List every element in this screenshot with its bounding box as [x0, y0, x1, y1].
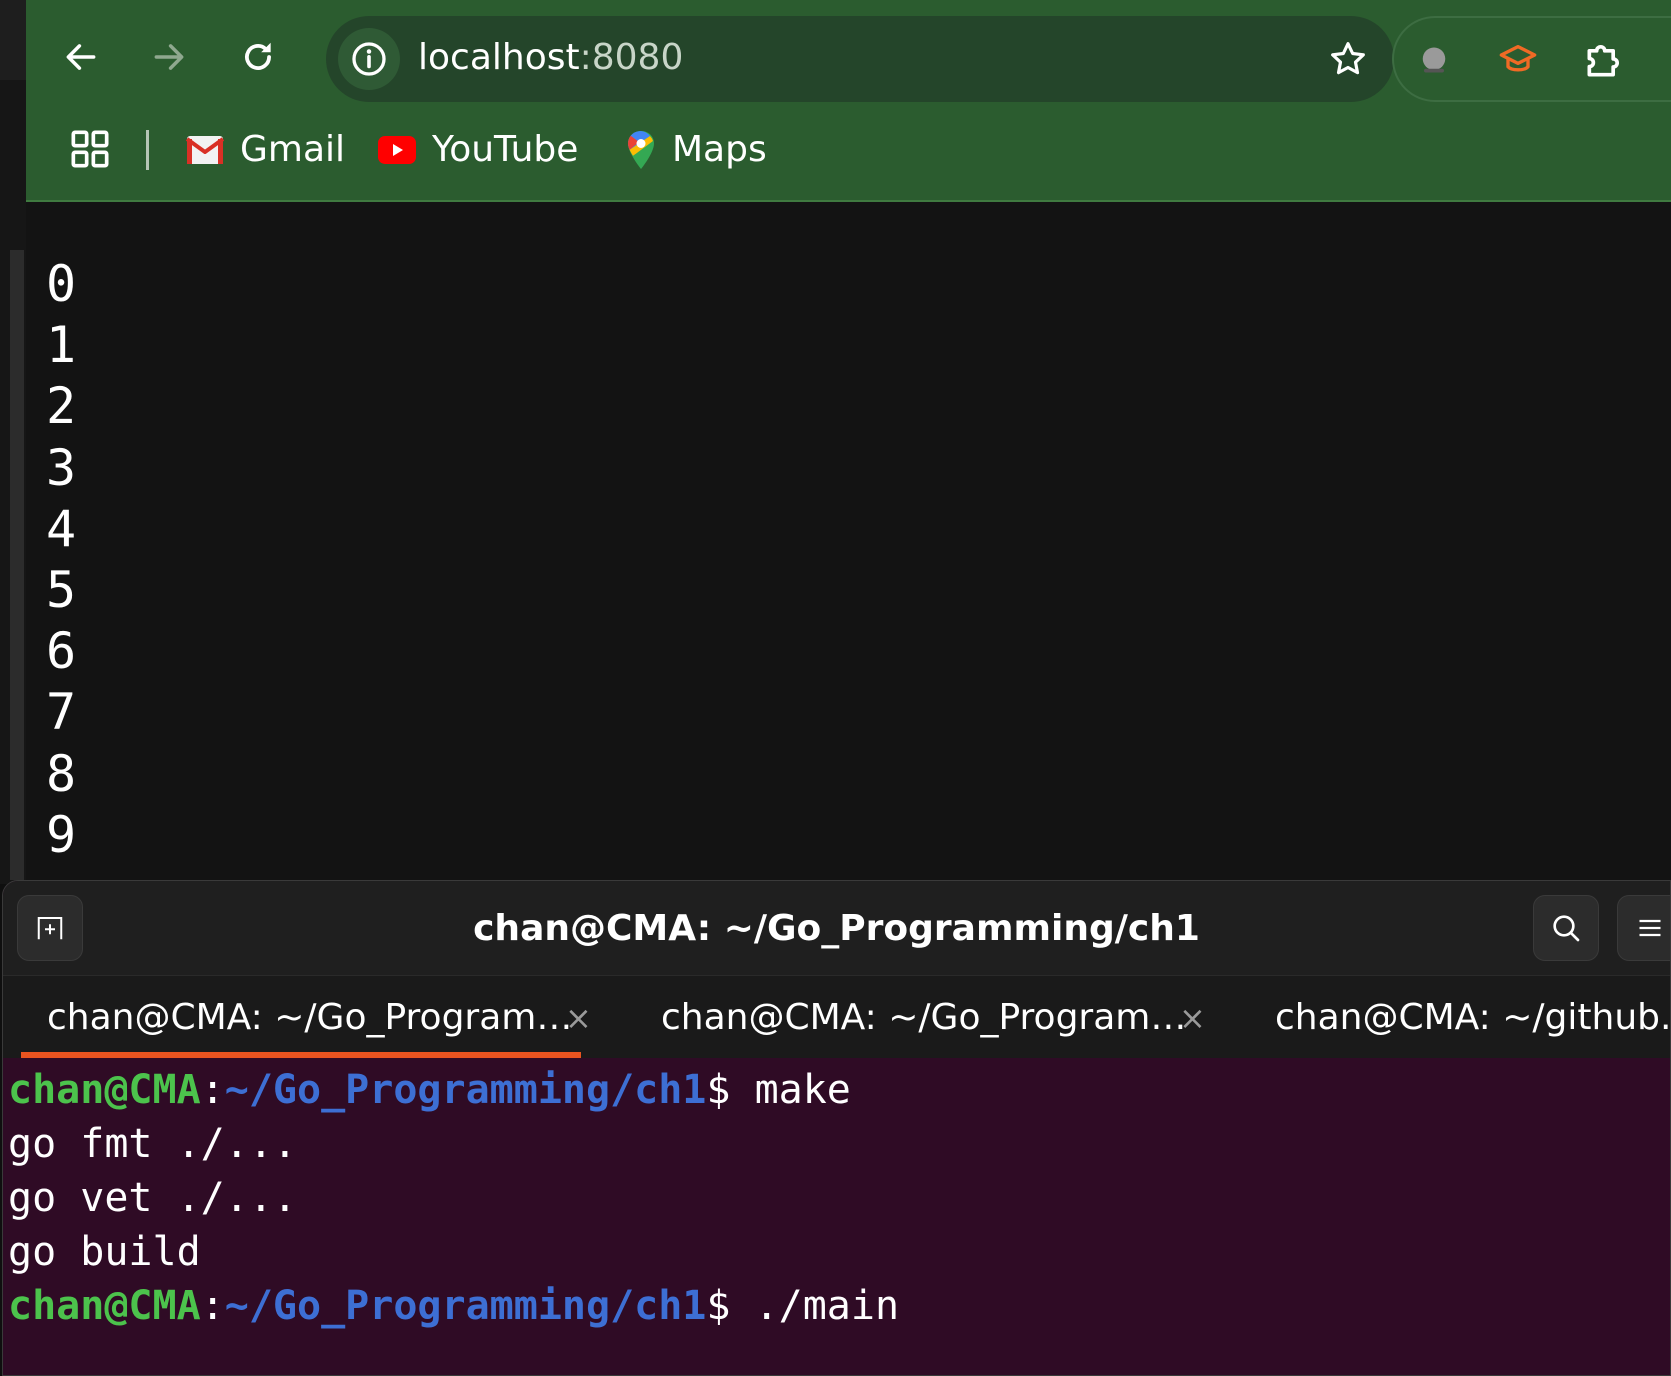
terminal-tab-1[interactable]: chan@CMA: ~/Go_Program… × [23, 976, 613, 1058]
prompt-line: chan@CMA:~/Go_Programming/ch1$ ./main [8, 1279, 899, 1333]
forward-arrow-icon [154, 44, 184, 70]
tab-close-icon[interactable]: × [1179, 996, 1206, 1040]
number-line: 6 [46, 622, 77, 681]
url-port: :8080 [579, 37, 684, 78]
tab-label: chan@CMA: ~/Go_Program… [661, 997, 1187, 1038]
address-bar[interactable]: localhost:8080 [326, 16, 1394, 102]
gmail-icon [186, 136, 224, 164]
extensions-menu-button[interactable] [1576, 32, 1632, 88]
bookmark-maps[interactable]: Maps [626, 124, 767, 176]
extension-dot-icon [1422, 47, 1446, 73]
number-line: 8 [46, 744, 77, 803]
back-arrow-icon [66, 44, 96, 70]
number-line: 1 [46, 316, 77, 375]
extension-button-2[interactable] [1490, 32, 1546, 88]
prompt-path: ~/Go_Programming/ch1 [224, 1283, 707, 1329]
search-icon [1553, 915, 1580, 942]
output-line: go build [8, 1229, 201, 1275]
browser-toolbar: localhost:8080 Gmail YouTube Maps [26, 0, 1671, 202]
prompt-colon: : [200, 1283, 225, 1329]
tab-close-icon[interactable]: × [565, 996, 592, 1040]
graduation-cap-icon [1499, 45, 1537, 72]
page-content: 0 1 2 3 4 5 6 7 8 9 [26, 202, 1671, 884]
reload-button[interactable] [229, 28, 287, 86]
number-line: 5 [46, 561, 77, 620]
puzzle-piece-icon [1587, 45, 1619, 77]
reload-icon [245, 42, 271, 70]
youtube-icon [378, 136, 416, 164]
number-line: 4 [46, 499, 77, 558]
bookmarks-separator [146, 130, 149, 170]
prompt-path: ~/Go_Programming/ch1 [224, 1067, 707, 1113]
terminal-output[interactable]: chan@CMA:~/Go_Programming/ch1$ make go f… [8, 1063, 899, 1333]
bookmark-label: Maps [672, 129, 767, 170]
url-host: localhost [418, 37, 580, 78]
site-info-button[interactable] [338, 28, 400, 90]
terminal-menu-button[interactable] [1617, 895, 1670, 961]
window-edge-scrollbar [10, 250, 24, 880]
info-icon [352, 42, 386, 76]
prompt-colon: : [200, 1067, 225, 1113]
prompt-user: chan@CMA [8, 1283, 201, 1329]
extension-button-1[interactable] [1406, 32, 1462, 88]
terminal-tab-bar: chan@CMA: ~/Go_Program… × chan@CMA: ~/Go… [3, 975, 1670, 1058]
extensions-group [1392, 16, 1671, 102]
forward-button[interactable] [140, 28, 198, 86]
terminal-search-button[interactable] [1533, 895, 1599, 961]
bookmarks-bar: Gmail YouTube Maps [26, 118, 1671, 182]
prompt-dollar: $ [706, 1067, 755, 1113]
maps-icon [628, 131, 654, 169]
output-line: go fmt ./... [8, 1121, 297, 1167]
hamburger-menu-icon [1639, 919, 1661, 937]
tab-label: chan@CMA: ~/Go_Program… [47, 997, 573, 1038]
bookmark-star-button[interactable] [1324, 35, 1372, 83]
back-button[interactable] [52, 28, 110, 86]
terminal-title: chan@CMA: ~/Go_Programming/ch1 [473, 908, 1200, 949]
number-line: 2 [46, 377, 77, 436]
bookmark-youtube[interactable]: YouTube [378, 124, 578, 176]
command-text: ./main [754, 1283, 900, 1329]
browser-window: localhost:8080 Gmail YouTube Maps 0 1 2 … [26, 0, 1671, 884]
bookmark-label: Gmail [240, 129, 346, 170]
prompt-user: chan@CMA [8, 1067, 201, 1113]
number-line: 9 [46, 805, 77, 864]
number-output-list: 0 1 2 3 4 5 6 7 8 9 [46, 254, 76, 866]
star-icon [1331, 42, 1365, 75]
number-line: 7 [46, 683, 77, 742]
number-line: 3 [46, 438, 77, 497]
window-edge-top [0, 0, 26, 80]
output-line: go vet ./... [8, 1175, 297, 1221]
url-text[interactable]: localhost:8080 [418, 38, 683, 78]
apps-grid-icon[interactable] [70, 129, 110, 169]
terminal-tab-3[interactable]: chan@CMA: ~/github.com [1251, 976, 1671, 1058]
window-edge [0, 0, 26, 884]
terminal-tab-2[interactable]: chan@CMA: ~/Go_Program… × [637, 976, 1227, 1058]
bookmark-gmail[interactable]: Gmail [186, 124, 345, 176]
active-tab-indicator [21, 1052, 581, 1058]
prompt-dollar: $ [706, 1283, 755, 1329]
bookmark-label: YouTube [432, 129, 579, 170]
command-text: make [754, 1067, 851, 1113]
prompt-line: chan@CMA:~/Go_Programming/ch1$ make [8, 1063, 899, 1117]
number-line: 0 [46, 255, 77, 313]
terminal-window: chan@CMA: ~/Go_Programming/ch1 chan@CMA:… [2, 880, 1671, 1376]
terminal-header: chan@CMA: ~/Go_Programming/ch1 [3, 881, 1670, 975]
tab-label: chan@CMA: ~/github.com [1275, 997, 1671, 1038]
